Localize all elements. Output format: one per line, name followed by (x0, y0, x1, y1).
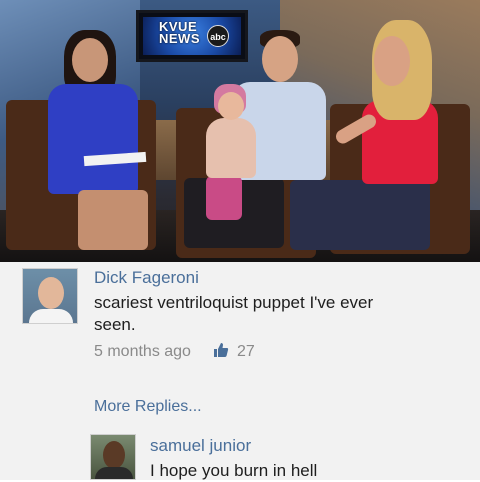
avatar[interactable] (22, 268, 78, 324)
avatar[interactable] (90, 434, 136, 480)
comment-author[interactable]: Dick Fageroni (94, 268, 199, 288)
reply-text: I hope you burn in hell (150, 461, 318, 480)
studio-monitor: KVUE NEWS abc (136, 10, 248, 62)
comment-timestamp: 5 months ago (94, 343, 191, 360)
thumbs-up-icon[interactable] (213, 342, 229, 362)
news-video-still[interactable]: KVUE NEWS abc (0, 0, 480, 262)
comment-text: seen. (94, 315, 136, 334)
network-logo: abc (207, 25, 229, 47)
reply-author[interactable]: samuel junior (150, 436, 251, 456)
comment-section: Dick Fageroni scariest ventriloquist pup… (0, 262, 480, 480)
station-logo: KVUE NEWS (159, 19, 200, 46)
more-replies-link[interactable]: More Replies... (94, 398, 202, 416)
like-count: 27 (236, 343, 255, 360)
comment-text: scariest ventriloquist puppet I've ever (94, 293, 374, 312)
comment-meta: 5 months ago 27 (94, 342, 255, 362)
